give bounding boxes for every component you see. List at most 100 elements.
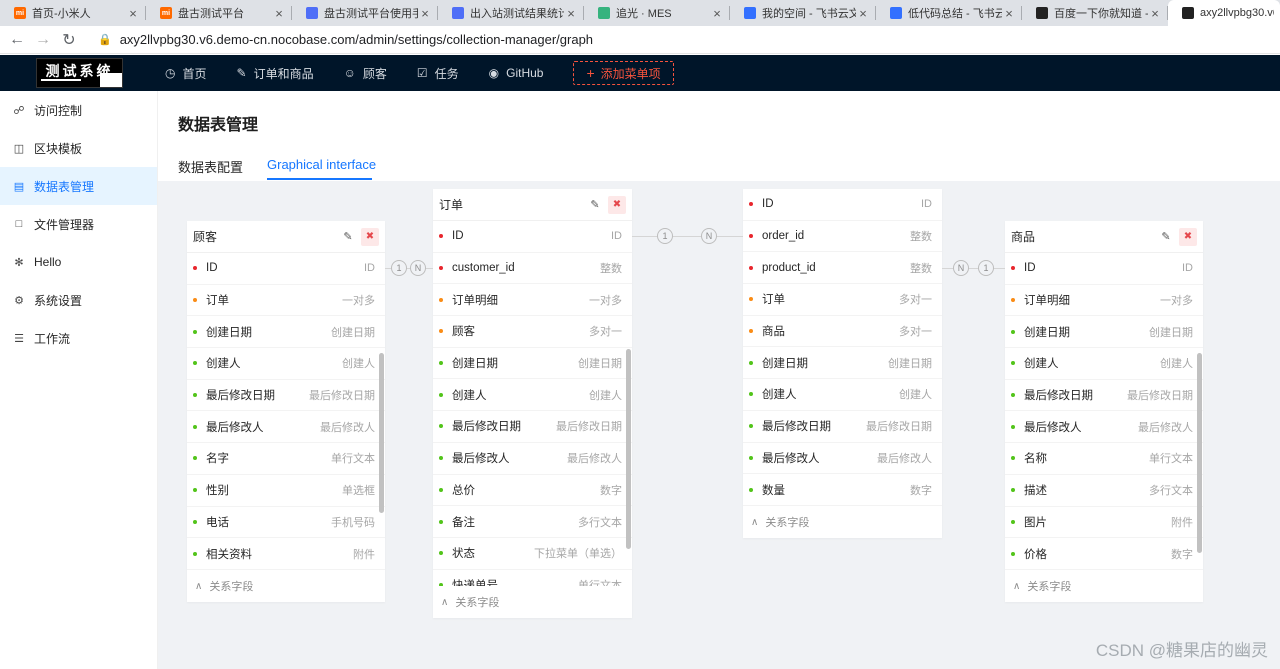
close-tab-icon[interactable]: ×: [1148, 6, 1162, 21]
field-row[interactable]: 电话 手机号码: [187, 507, 385, 539]
field-row[interactable]: 创建人 创建人: [187, 348, 385, 380]
scrollbar-thumb[interactable]: [626, 349, 631, 549]
collection-node-order_items[interactable]: ID ID order_id 整数 product_id 整数 订单 多对一 商品 多对一 创建日期…: [743, 189, 942, 538]
sidebar-item-file-manager[interactable]: □ 文件管理器: [0, 205, 157, 243]
relation-fields-toggle[interactable]: ∧ 关系字段: [433, 586, 632, 618]
field-row[interactable]: 快递单号 单行文本: [433, 570, 632, 586]
browser-tab[interactable]: axy2llvpbg30.v6.de: [1168, 0, 1280, 26]
field-row[interactable]: 图片 附件: [1005, 507, 1203, 539]
field-row[interactable]: 创建人 创建人: [433, 379, 632, 412]
delete-icon[interactable]: ✖: [361, 227, 379, 246]
field-row[interactable]: 最后修改人 最后修改人: [187, 411, 385, 444]
browser-tab[interactable]: mi 盘古测试平台 ×: [146, 0, 292, 26]
sidebar-item-workflow[interactable]: ☰ 工作流: [0, 319, 157, 357]
close-tab-icon[interactable]: ×: [418, 6, 432, 21]
scrollbar-thumb[interactable]: [379, 353, 384, 513]
field-row[interactable]: 最后修改日期 最后修改日期: [433, 411, 632, 443]
field-row[interactable]: 订单明细 一对多: [433, 284, 632, 317]
reload-icon[interactable]: ↻: [56, 30, 82, 50]
collection-node-header[interactable]: 订单 ✎ ✖: [433, 189, 632, 221]
sidebar-item-collection-manager[interactable]: ▤ 数据表管理: [0, 167, 157, 205]
field-row[interactable]: product_id 整数: [743, 252, 942, 285]
field-row[interactable]: ID ID: [743, 189, 942, 221]
field-row[interactable]: customer_id 整数: [433, 253, 632, 285]
field-row[interactable]: 创建人 创建人: [1005, 348, 1203, 380]
collection-node-header[interactable]: 顾客 ✎ ✖: [187, 221, 385, 253]
sidebar-item-access-control[interactable]: ☍ 访问控制: [0, 91, 157, 129]
field-row[interactable]: 创建日期 创建日期: [433, 348, 632, 380]
edit-icon[interactable]: ✎: [586, 198, 604, 211]
add-menu-item-button[interactable]: + 添加菜单项: [573, 61, 674, 85]
field-row[interactable]: 创建人 创建人: [743, 379, 942, 411]
edit-icon[interactable]: ✎: [1157, 230, 1175, 243]
collection-node-customers[interactable]: 顾客 ✎ ✖ ID ID 订单 一对多 创建日期 创建日期 创建人 创建人 最后修改日期 最后修改日期最…: [187, 221, 385, 602]
forward-icon[interactable]: →: [30, 31, 56, 49]
field-row[interactable]: 总价 数字: [433, 475, 632, 507]
relation-fields-toggle[interactable]: ∧ 关系字段: [743, 506, 942, 538]
logo[interactable]: 测试系统: [36, 58, 123, 88]
edit-icon[interactable]: ✎: [339, 230, 357, 243]
relation-fields-toggle[interactable]: ∧ 关系字段: [187, 570, 385, 602]
field-row[interactable]: 最后修改日期 最后修改日期: [187, 380, 385, 412]
close-tab-icon[interactable]: ×: [272, 6, 286, 21]
field-row[interactable]: order_id 整数: [743, 221, 942, 253]
menu-item-customers[interactable]: ☺ 顾客: [344, 65, 387, 82]
tab-collection-config[interactable]: 数据表配置: [178, 157, 243, 176]
sidebar-item-block-templates[interactable]: ◫ 区块模板: [0, 129, 157, 167]
field-row[interactable]: 描述 多行文本: [1005, 475, 1203, 507]
field-row[interactable]: 价格 数字: [1005, 538, 1203, 570]
sidebar-item-hello[interactable]: ✻ Hello: [0, 243, 157, 281]
back-icon[interactable]: ←: [4, 31, 30, 49]
relation-fields-toggle[interactable]: ∧ 关系字段: [1005, 570, 1203, 602]
field-row[interactable]: ID ID: [1005, 253, 1203, 285]
scrollbar-thumb[interactable]: [1197, 353, 1202, 553]
delete-icon[interactable]: ✖: [608, 195, 626, 214]
collection-node-header[interactable]: 商品 ✎ ✖: [1005, 221, 1203, 253]
lock-icon[interactable]: 🔒: [98, 33, 112, 46]
browser-tab[interactable]: 我的空间 - 飞书云文档×: [730, 0, 876, 26]
field-row[interactable]: 性别 单选框: [187, 475, 385, 507]
menu-item-home[interactable]: ◷ 首页: [165, 65, 207, 82]
field-row[interactable]: 最后修改人 最后修改人: [743, 443, 942, 475]
field-row[interactable]: 创建日期 创建日期: [743, 347, 942, 380]
field-row[interactable]: 最后修改日期 最后修改日期: [743, 411, 942, 443]
menu-item-github[interactable]: ◉ GitHub: [489, 66, 544, 80]
field-row[interactable]: 订单 多对一: [743, 284, 942, 316]
field-row[interactable]: 名称 单行文本: [1005, 443, 1203, 475]
tab-graphical-interface[interactable]: Graphical interface: [267, 157, 376, 172]
field-row[interactable]: 备注 多行文本: [433, 506, 632, 538]
field-row[interactable]: ID ID: [433, 221, 632, 253]
field-row[interactable]: 名字 单行文本: [187, 443, 385, 475]
field-row[interactable]: ID ID: [187, 253, 385, 285]
field-row[interactable]: 创建日期 创建日期: [1005, 316, 1203, 349]
field-row[interactable]: 顾客 多对一: [433, 316, 632, 348]
menu-item-orders-products[interactable]: ✎ 订单和商品: [237, 65, 314, 82]
collection-node-orders[interactable]: 订单 ✎ ✖ ID ID customer_id 整数 订单明细 一对多 顾客 多对一 创建日期 创建日…: [433, 189, 632, 618]
field-row[interactable]: 商品 多对一: [743, 316, 942, 348]
field-row[interactable]: 最后修改日期 最后修改日期: [1005, 380, 1203, 412]
field-row[interactable]: 最后修改人 最后修改人: [1005, 411, 1203, 444]
browser-tab[interactable]: mi 首页-小米人 ×: [0, 0, 146, 26]
close-tab-icon[interactable]: ×: [564, 6, 578, 21]
field-list[interactable]: ID ID order_id 整数 product_id 整数 订单 多对一 商品 多对一 创建日期…: [743, 189, 942, 506]
delete-icon[interactable]: ✖: [1179, 227, 1197, 246]
close-tab-icon[interactable]: ×: [856, 6, 870, 21]
browser-tab[interactable]: 盘古测试平台使用手册×: [292, 0, 438, 26]
field-row[interactable]: 数量 数字: [743, 474, 942, 506]
field-list[interactable]: ID ID 订单 一对多 创建日期 创建日期 创建人 创建人 最后修改日期 最后修改日期 最后修改人…: [187, 253, 385, 570]
field-row[interactable]: 最后修改人 最后修改人: [433, 443, 632, 475]
field-list[interactable]: ID ID customer_id 整数 订单明细 一对多 顾客 多对一 创建日期 创建日期 创建人…: [433, 221, 632, 586]
field-row[interactable]: 订单明细 一对多: [1005, 285, 1203, 317]
close-tab-icon[interactable]: ×: [710, 6, 724, 21]
menu-item-tasks[interactable]: ☑ 任务: [417, 65, 459, 82]
close-tab-icon[interactable]: ×: [1002, 6, 1016, 21]
browser-tab[interactable]: 低代码总结 - 飞书云文×: [876, 0, 1022, 26]
browser-tab[interactable]: 百度一下你就知道 - 搜×: [1022, 0, 1168, 26]
browser-tab[interactable]: 出入站测试结果统计 -×: [438, 0, 584, 26]
field-row[interactable]: 相关资料 附件: [187, 538, 385, 570]
field-row[interactable]: 创建日期 创建日期: [187, 316, 385, 349]
sidebar-item-system-settings[interactable]: ⚙ 系统设置: [0, 281, 157, 319]
field-row[interactable]: 订单 一对多: [187, 285, 385, 317]
graph-canvas[interactable]: 顾客 ✎ ✖ ID ID 订单 一对多 创建日期 创建日期 创建人 创建人 最后修改日期 最后修改日期最…: [158, 181, 1280, 669]
close-tab-icon[interactable]: ×: [126, 6, 140, 21]
